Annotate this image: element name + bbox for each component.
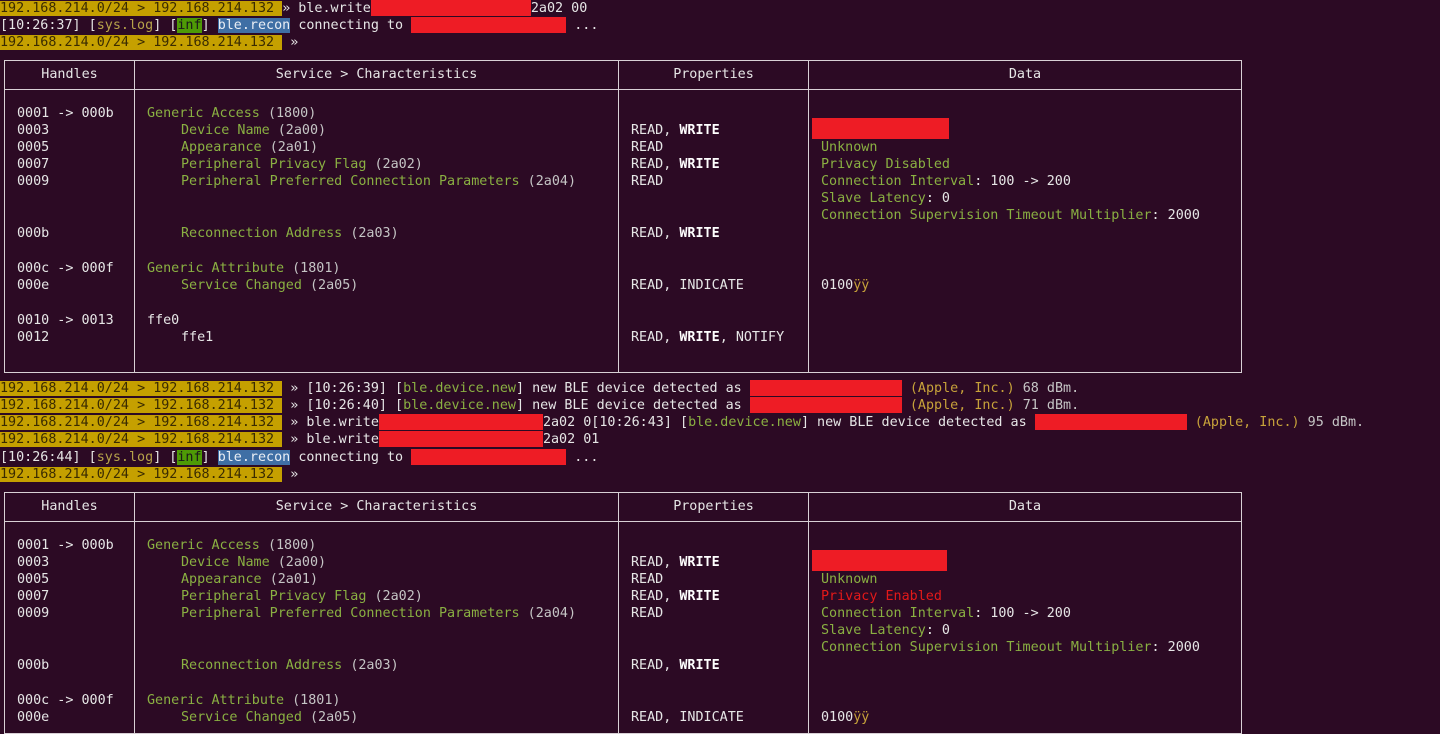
handle: 0003 [17,123,50,138]
char-appearance: Appearance (2a01) [181,140,319,155]
ble-table-1: Handles Service > Characteristics Proper… [4,60,1242,373]
handle: 000b [17,226,50,241]
privacy-flag-value: Privacy Enabled [821,589,942,604]
properties: READ [631,174,664,189]
conn-interval-value: Connection Interval: 100 -> 200 [821,174,1071,189]
header-properties: Properties [673,499,754,514]
prompt: 192.168.214.0/24 > 192.168.214.132 [0,398,283,413]
terminal-line-cmd3: 192.168.214.0/24 > 192.168.214.132 » ble… [0,431,600,447]
char-device-name: Device Name (2a00) [181,555,327,570]
terminal-line-log1: [10:26:37] [sys.log] [inf] ble.recon con… [0,17,599,33]
properties: READ [631,572,664,587]
handle: 0003 [17,555,50,570]
handle: 0005 [17,140,50,155]
prompt: 192.168.214.0/24 > 192.168.214.132 [0,1,283,16]
header-handles: Handles [41,67,98,82]
char-service-changed: Service Changed (2a05) [181,278,359,293]
handle: 0009 [17,174,50,189]
properties: READ, INDICATE [631,278,744,293]
char-appearance: Appearance (2a01) [181,572,319,587]
properties: READ [631,140,664,155]
handle: 000e [17,278,50,293]
service-changed-value: 0100ÿÿ [821,710,870,725]
handle: 0007 [17,589,50,604]
timeout-value: Connection Supervision Timeout Multiplie… [821,640,1200,655]
handle: 0001 -> 000b [17,538,114,553]
char-privacy-flag: Peripheral Privacy Flag (2a02) [181,157,423,172]
service-ffe0: ffe0 [147,313,180,328]
terminal-line-cmd2: 192.168.214.0/24 > 192.168.214.132 » ble… [0,414,1365,430]
redaction-box [378,414,543,430]
slave-latency-value: Slave Latency: 0 [821,191,950,206]
redaction-box [749,397,902,413]
properties: READ, INDICATE [631,710,744,725]
prompt: 192.168.214.0/24 > 192.168.214.132 [0,415,283,430]
char-ffe1: ffe1 [181,330,214,345]
privacy-flag-value: Privacy Disabled [821,157,950,172]
device-name-value [812,550,947,571]
handle: 0005 [17,572,50,587]
prompt: 192.168.214.0/24 > 192.168.214.132 [0,432,283,447]
properties: READ, WRITE [631,555,720,570]
prompt: 192.168.214.0/24 > 192.168.214.132 [0,467,283,482]
service-generic-access: Generic Access (1800) [147,538,317,553]
conn-interval-value: Connection Interval: 100 -> 200 [821,606,1071,621]
char-pref-conn: Peripheral Preferred Connection Paramete… [181,174,577,189]
redaction-box [378,431,543,447]
service-generic-attribute: Generic Attribute (1801) [147,261,341,276]
char-reconnection: Reconnection Address (2a03) [181,226,399,241]
service-changed-value: 0100ÿÿ [821,278,870,293]
slave-latency-value: Slave Latency: 0 [821,623,950,638]
redaction-box [812,118,949,139]
prompt: 192.168.214.0/24 > 192.168.214.132 [0,381,283,396]
appearance-value: Unknown [821,572,878,587]
char-privacy-flag: Peripheral Privacy Flag (2a02) [181,589,423,604]
handle: 000c -> 000f [17,693,114,708]
properties: READ, WRITE [631,589,720,604]
header-handles: Handles [41,499,98,514]
properties: READ, WRITE [631,157,720,172]
char-reconnection: Reconnection Address (2a03) [181,658,399,673]
terminal-line-ev2: 192.168.214.0/24 > 192.168.214.132 » [10… [0,397,1080,413]
char-pref-conn: Peripheral Preferred Connection Paramete… [181,606,577,621]
ble-table-2: Handles Service > Characteristics Proper… [4,492,1242,734]
header-properties: Properties [673,67,754,82]
char-device-name: Device Name (2a00) [181,123,327,138]
properties: READ [631,606,664,621]
handle: 0001 -> 000b [17,106,114,121]
terminal-line-log2: [10:26:44] [sys.log] [inf] ble.recon con… [0,449,599,465]
char-service-changed: Service Changed (2a05) [181,710,359,725]
redaction-box [370,0,531,16]
header-service: Service > Characteristics [275,67,478,82]
handle: 000c -> 000f [17,261,114,276]
terminal-line-ev1: 192.168.214.0/24 > 192.168.214.132 » [10… [0,380,1080,396]
properties: READ, WRITE [631,226,720,241]
handle: 000b [17,658,50,673]
redaction-box [411,449,567,465]
handle: 0009 [17,606,50,621]
header-service: Service > Characteristics [275,499,478,514]
header-data: Data [1008,499,1042,514]
redaction-box [812,550,947,571]
appearance-value: Unknown [821,140,878,155]
timeout-value: Connection Supervision Timeout Multiplie… [821,208,1200,223]
handle: 0010 -> 0013 [17,313,114,328]
handle: 0007 [17,157,50,172]
terminal-line-prompt1[interactable]: 192.168.214.0/24 > 192.168.214.132 » [0,34,298,51]
terminal-line-prompt2[interactable]: 192.168.214.0/24 > 192.168.214.132 » [0,466,298,483]
redaction-box [411,17,567,33]
service-generic-attribute: Generic Attribute (1801) [147,693,341,708]
prompt: 192.168.214.0/24 > 192.168.214.132 [0,35,283,50]
properties: READ, WRITE, NOTIFY [631,330,785,345]
handle: 000e [17,710,50,725]
device-name-value [812,118,949,139]
properties: READ, WRITE [631,123,720,138]
redaction-box [749,380,902,396]
properties: READ, WRITE [631,658,720,673]
redaction-box [1034,414,1187,430]
header-data: Data [1008,67,1042,82]
handle: 0012 [17,330,50,345]
service-generic-access: Generic Access (1800) [147,106,317,121]
terminal-line-cmd1: 192.168.214.0/24 > 192.168.214.132 » ble… [0,0,588,16]
